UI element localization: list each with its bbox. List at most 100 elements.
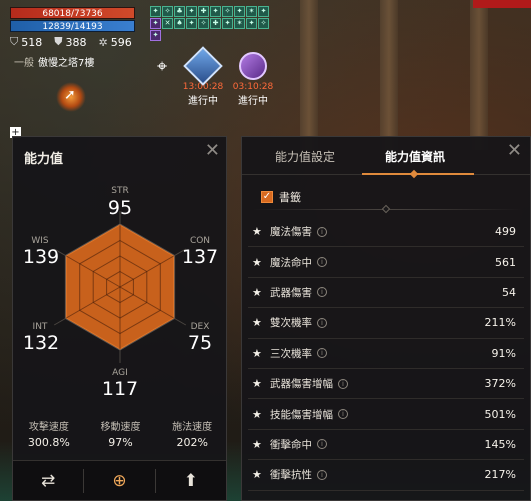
stat-c: ✲ 596 xyxy=(99,35,132,49)
map-pin-icon[interactable]: ⌖ xyxy=(157,56,167,77)
buff-icon[interactable]: ✧ xyxy=(222,6,233,17)
stat-row-value: 211% xyxy=(484,316,516,330)
speed-value: 202% xyxy=(176,436,208,449)
minimap-player-marker[interactable]: ➚ xyxy=(56,82,86,112)
close-icon[interactable]: ✕ xyxy=(507,142,522,160)
zoom-button[interactable]: ⊕ xyxy=(84,461,154,501)
buff-icon[interactable]: ✚ xyxy=(198,6,209,17)
buff-icon[interactable]: ✧ xyxy=(198,18,209,29)
radar-spoke xyxy=(53,318,66,326)
divider-diamond xyxy=(381,204,391,214)
star-icon[interactable]: ★ xyxy=(248,408,270,421)
info-icon[interactable]: i xyxy=(317,287,327,298)
defense-stats: ⛉ 518 ⛊ 388 ✲ 596 xyxy=(10,35,132,49)
stat-info-list: ★ 魔法傷害 i 499 ★ 魔法命中 i 561 ★ 武器傷害 i 54 ★ 雙次機率 i 211% … xyxy=(248,217,524,491)
speed-label: 移動速度 xyxy=(100,422,141,433)
stat-row[interactable]: ★ 三次機率 i 91% xyxy=(248,339,524,369)
buff-icon[interactable]: ✦ xyxy=(150,18,161,29)
star-icon[interactable]: ★ xyxy=(248,316,270,329)
quest-state: 進行中 xyxy=(238,96,268,107)
scene-pillar xyxy=(380,0,398,150)
stat-row-name: 技能傷害增幅 xyxy=(270,408,333,421)
buff-icon[interactable]: ✕ xyxy=(162,18,173,29)
scene-pillar xyxy=(300,0,318,150)
stat-label-dex: DEX xyxy=(190,322,210,332)
stat-row-value: 91% xyxy=(491,346,516,360)
bookmark-label: 書籤 xyxy=(279,191,301,204)
info-icon[interactable]: i xyxy=(317,317,327,328)
info-icon[interactable]: i xyxy=(338,378,348,389)
close-icon[interactable]: ✕ xyxy=(205,142,220,160)
checkbox-icon[interactable]: ✓ xyxy=(261,191,273,203)
zoom-in-icon: ⊕ xyxy=(112,470,127,491)
upload-button[interactable]: ⬆ xyxy=(156,461,226,501)
stat-info-panel: 能力值設定 能力值資訊 ✕ ✓ 書籤 ★ 魔法傷害 i 499 ★ 魔法命中 i 561 ★… xyxy=(241,136,531,501)
stat-row[interactable]: ★ 魔法命中 i 561 xyxy=(248,247,524,278)
buff-icon[interactable]: ✦ xyxy=(234,6,245,17)
buff-icon[interactable]: ✦ xyxy=(210,6,221,17)
buff-icon[interactable]: ✦ xyxy=(150,30,161,41)
buff-icon[interactable]: ✧ xyxy=(162,6,173,17)
stat-label-str: STR xyxy=(111,186,129,196)
red-indicator xyxy=(473,0,531,8)
star-icon[interactable]: ★ xyxy=(248,347,270,360)
info-icon[interactable]: i xyxy=(317,226,327,237)
stat-row[interactable]: ★ 衝擊抗性 i 217% xyxy=(248,460,524,491)
panel-toolbar: ⇄ ⊕ ⬆ xyxy=(13,460,226,500)
stat-label-int: INT xyxy=(32,322,48,332)
buff-icon[interactable]: ✦ xyxy=(222,18,233,29)
stat-row[interactable]: ★ 魔法傷害 i 499 xyxy=(248,217,524,248)
star-icon[interactable]: ★ xyxy=(248,225,270,238)
stat-label-wis: WIS xyxy=(31,236,49,246)
star-icon[interactable]: ★ xyxy=(248,468,270,481)
buff-icon[interactable]: ✦ xyxy=(186,6,197,17)
quest-state: 進行中 xyxy=(188,96,218,107)
location-tag: 一般 xyxy=(14,58,34,69)
stat-row-value: 561 xyxy=(495,255,516,269)
stat-row[interactable]: ★ 衝擊命中 i 145% xyxy=(248,430,524,461)
location-name: 傲慢之塔7樓 xyxy=(38,58,95,69)
stat-value-str: 95 xyxy=(107,197,133,219)
star-icon[interactable]: ★ xyxy=(248,256,270,269)
tab-stat-info[interactable]: 能力值資訊 xyxy=(385,148,445,165)
buff-icon[interactable]: ✦ xyxy=(246,18,257,29)
buff-icon[interactable]: ♣ xyxy=(174,6,185,17)
bookmark-toggle[interactable]: ✓ 書籤 xyxy=(261,189,301,205)
panel-title: 能力值 xyxy=(24,152,64,167)
info-icon[interactable]: i xyxy=(317,257,327,268)
hp-bar: 68018/73736 xyxy=(10,7,135,19)
speed-item: 攻擊速度 300.8% xyxy=(13,418,85,449)
quest-gem-icon xyxy=(239,52,267,80)
quest-tracker[interactable]: 13:00:28 進行中 xyxy=(178,46,228,107)
stat-row[interactable]: ★ 技能傷害增幅 i 501% xyxy=(248,399,524,430)
quest-tracker[interactable]: 03:10:28 進行中 xyxy=(228,52,278,107)
speed-label: 攻擊速度 xyxy=(28,422,69,433)
buff-icon[interactable]: ✧ xyxy=(258,18,269,29)
star-icon[interactable]: ★ xyxy=(248,286,270,299)
stat-row[interactable]: ★ 武器傷害 i 54 xyxy=(248,278,524,309)
info-icon[interactable]: i xyxy=(317,439,327,450)
info-icon[interactable]: i xyxy=(317,348,327,359)
buff-icon[interactable]: ✶ xyxy=(246,6,257,17)
buff-icon[interactable]: ✦ xyxy=(150,6,161,17)
stat-row[interactable]: ★ 雙次機率 i 211% xyxy=(248,308,524,339)
buff-icon[interactable]: ♠ xyxy=(174,18,185,29)
info-icon[interactable]: i xyxy=(338,409,348,420)
stat-b-value: 388 xyxy=(65,35,87,49)
tab-stat-settings[interactable]: 能力值設定 xyxy=(275,148,335,165)
buff-icon[interactable]: ✦ xyxy=(186,18,197,29)
buff-icon[interactable]: ✶ xyxy=(234,18,245,29)
stat-row[interactable]: ★ 武器傷害增幅 i 372% xyxy=(248,369,524,400)
scene-pillar xyxy=(470,0,488,150)
star-icon[interactable]: ★ xyxy=(248,377,270,390)
buff-bar: ✦ ✧ ♣ ✦ ✚ ✦ ✧ ✦ ✶ ✦ ✦ ✕ ♠ ✦ ✧ ✚ ✦ ✶ ✦ ✧ … xyxy=(150,6,280,41)
buff-icon[interactable]: ✚ xyxy=(210,18,221,29)
stat-value-con: 137 xyxy=(181,246,219,268)
star-icon[interactable]: ★ xyxy=(248,438,270,451)
shield-icon: ⛉ xyxy=(10,35,19,48)
swap-button[interactable]: ⇄ xyxy=(13,461,83,501)
stat-row-name: 魔法命中 xyxy=(270,256,312,269)
location-label: 一般 傲慢之塔7樓 xyxy=(14,54,94,69)
info-icon[interactable]: i xyxy=(317,469,327,480)
buff-icon[interactable]: ✦ xyxy=(258,6,269,17)
